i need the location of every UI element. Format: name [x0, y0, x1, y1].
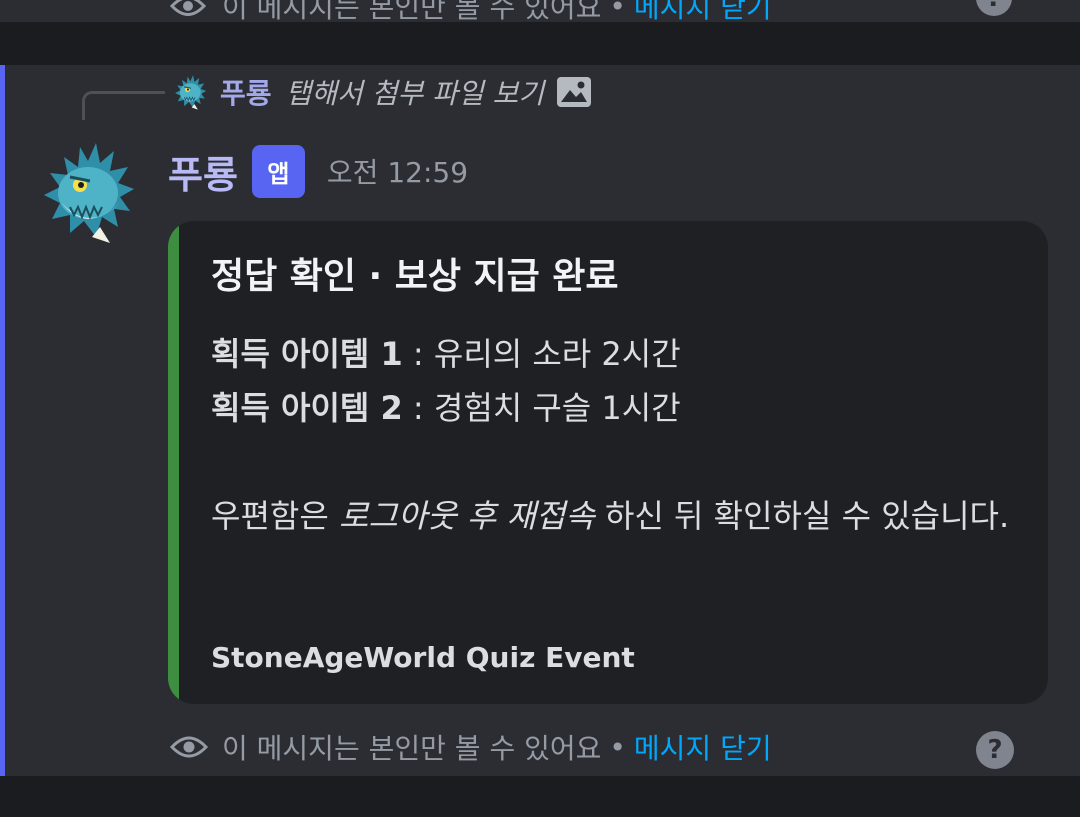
embed-footer: StoneAgeWorld Quiz Event [211, 641, 635, 674]
embed-notice-suffix: 하신 뒤 확인하실 수 있습니다. [594, 497, 1010, 535]
embed-description: 획득 아이템 1 : 유리의 소라 2시간 획득 아이템 2 : 경험치 구슬 … [211, 327, 1021, 543]
embed-item-label: 획득 아이템 2 [211, 389, 403, 427]
message-highlight-bar [0, 65, 5, 776]
ephemeral-text: 이 메시지는 본인만 볼 수 있어요 [222, 732, 602, 765]
reply-author[interactable]: 푸룡 [220, 72, 272, 112]
embed-item-value: 유리의 소라 2시간 [433, 335, 681, 373]
app-badge: 앱 [251, 144, 305, 198]
reply-spine [82, 91, 165, 120]
reply-reference[interactable]: 푸룡 탭해서 첨부 파일 보기 [172, 72, 592, 112]
embed: 정답 확인 · 보상 지급 완료 획득 아이템 1 : 유리의 소라 2시간 획… [168, 221, 1048, 704]
embed-item-separator: : [402, 389, 434, 427]
eye-icon [170, 736, 208, 758]
image-icon [557, 77, 592, 107]
previous-ephemeral-row: 이 메시지는 본인만 볼 수 있어요 • 메시지 닫기 [170, 0, 772, 22]
previous-ephemeral-text: 이 메시지는 본인만 볼 수 있어요 [222, 0, 602, 22]
username[interactable]: 푸룡 [168, 144, 238, 199]
embed-spacer [211, 435, 1021, 489]
ephemeral-separator: • [609, 730, 626, 764]
dismiss-message-link[interactable]: 메시지 닫기 [634, 727, 772, 767]
reply-text[interactable]: 탭해서 첨부 파일 보기 [286, 72, 545, 112]
embed-color-border [168, 221, 179, 704]
embed-item-value: 경험치 구슬 1시간 [433, 389, 681, 427]
embed-item-label: 획득 아이템 1 [211, 335, 403, 373]
embed-notice-prefix: 우편함은 [211, 497, 339, 535]
embed-item-line: 획득 아이템 1 : 유리의 소라 2시간 [211, 327, 1021, 381]
bot-message[interactable]: 푸룡 탭해서 첨부 파일 보기 푸룡 앱 오전 12:59 정답 확인 · 보상… [0, 65, 1080, 776]
ephemeral-notice: 이 메시지는 본인만 볼 수 있어요 • 메시지 닫기 [170, 727, 772, 767]
timestamp[interactable]: 오전 12:59 [327, 151, 468, 191]
message-header: 푸룡 앱 오전 12:59 [168, 143, 468, 199]
previous-separator: • [609, 0, 626, 22]
embed-notice: 우편함은 로그아웃 후 재접속 하신 뒤 확인하실 수 있습니다. [211, 489, 1021, 543]
previous-dismiss-link[interactable]: 메시지 닫기 [634, 0, 772, 22]
embed-notice-emphasis: 로그아웃 후 재접속 [338, 497, 595, 535]
eye-icon [170, 0, 206, 16]
embed-title: 정답 확인 · 보상 지급 완료 [211, 256, 619, 297]
reply-avatar-icon [172, 73, 210, 111]
embed-item-separator: : [402, 335, 434, 373]
previous-help-icon[interactable]: ? [976, 0, 1012, 16]
message-gap [0, 22, 1080, 65]
embed-item-line: 획득 아이템 2 : 경험치 구슬 1시간 [211, 381, 1021, 435]
avatar[interactable] [40, 137, 140, 247]
help-icon[interactable]: ? [976, 731, 1014, 769]
previous-message-footer: 이 메시지는 본인만 볼 수 있어요 • 메시지 닫기 ? [0, 0, 1080, 22]
